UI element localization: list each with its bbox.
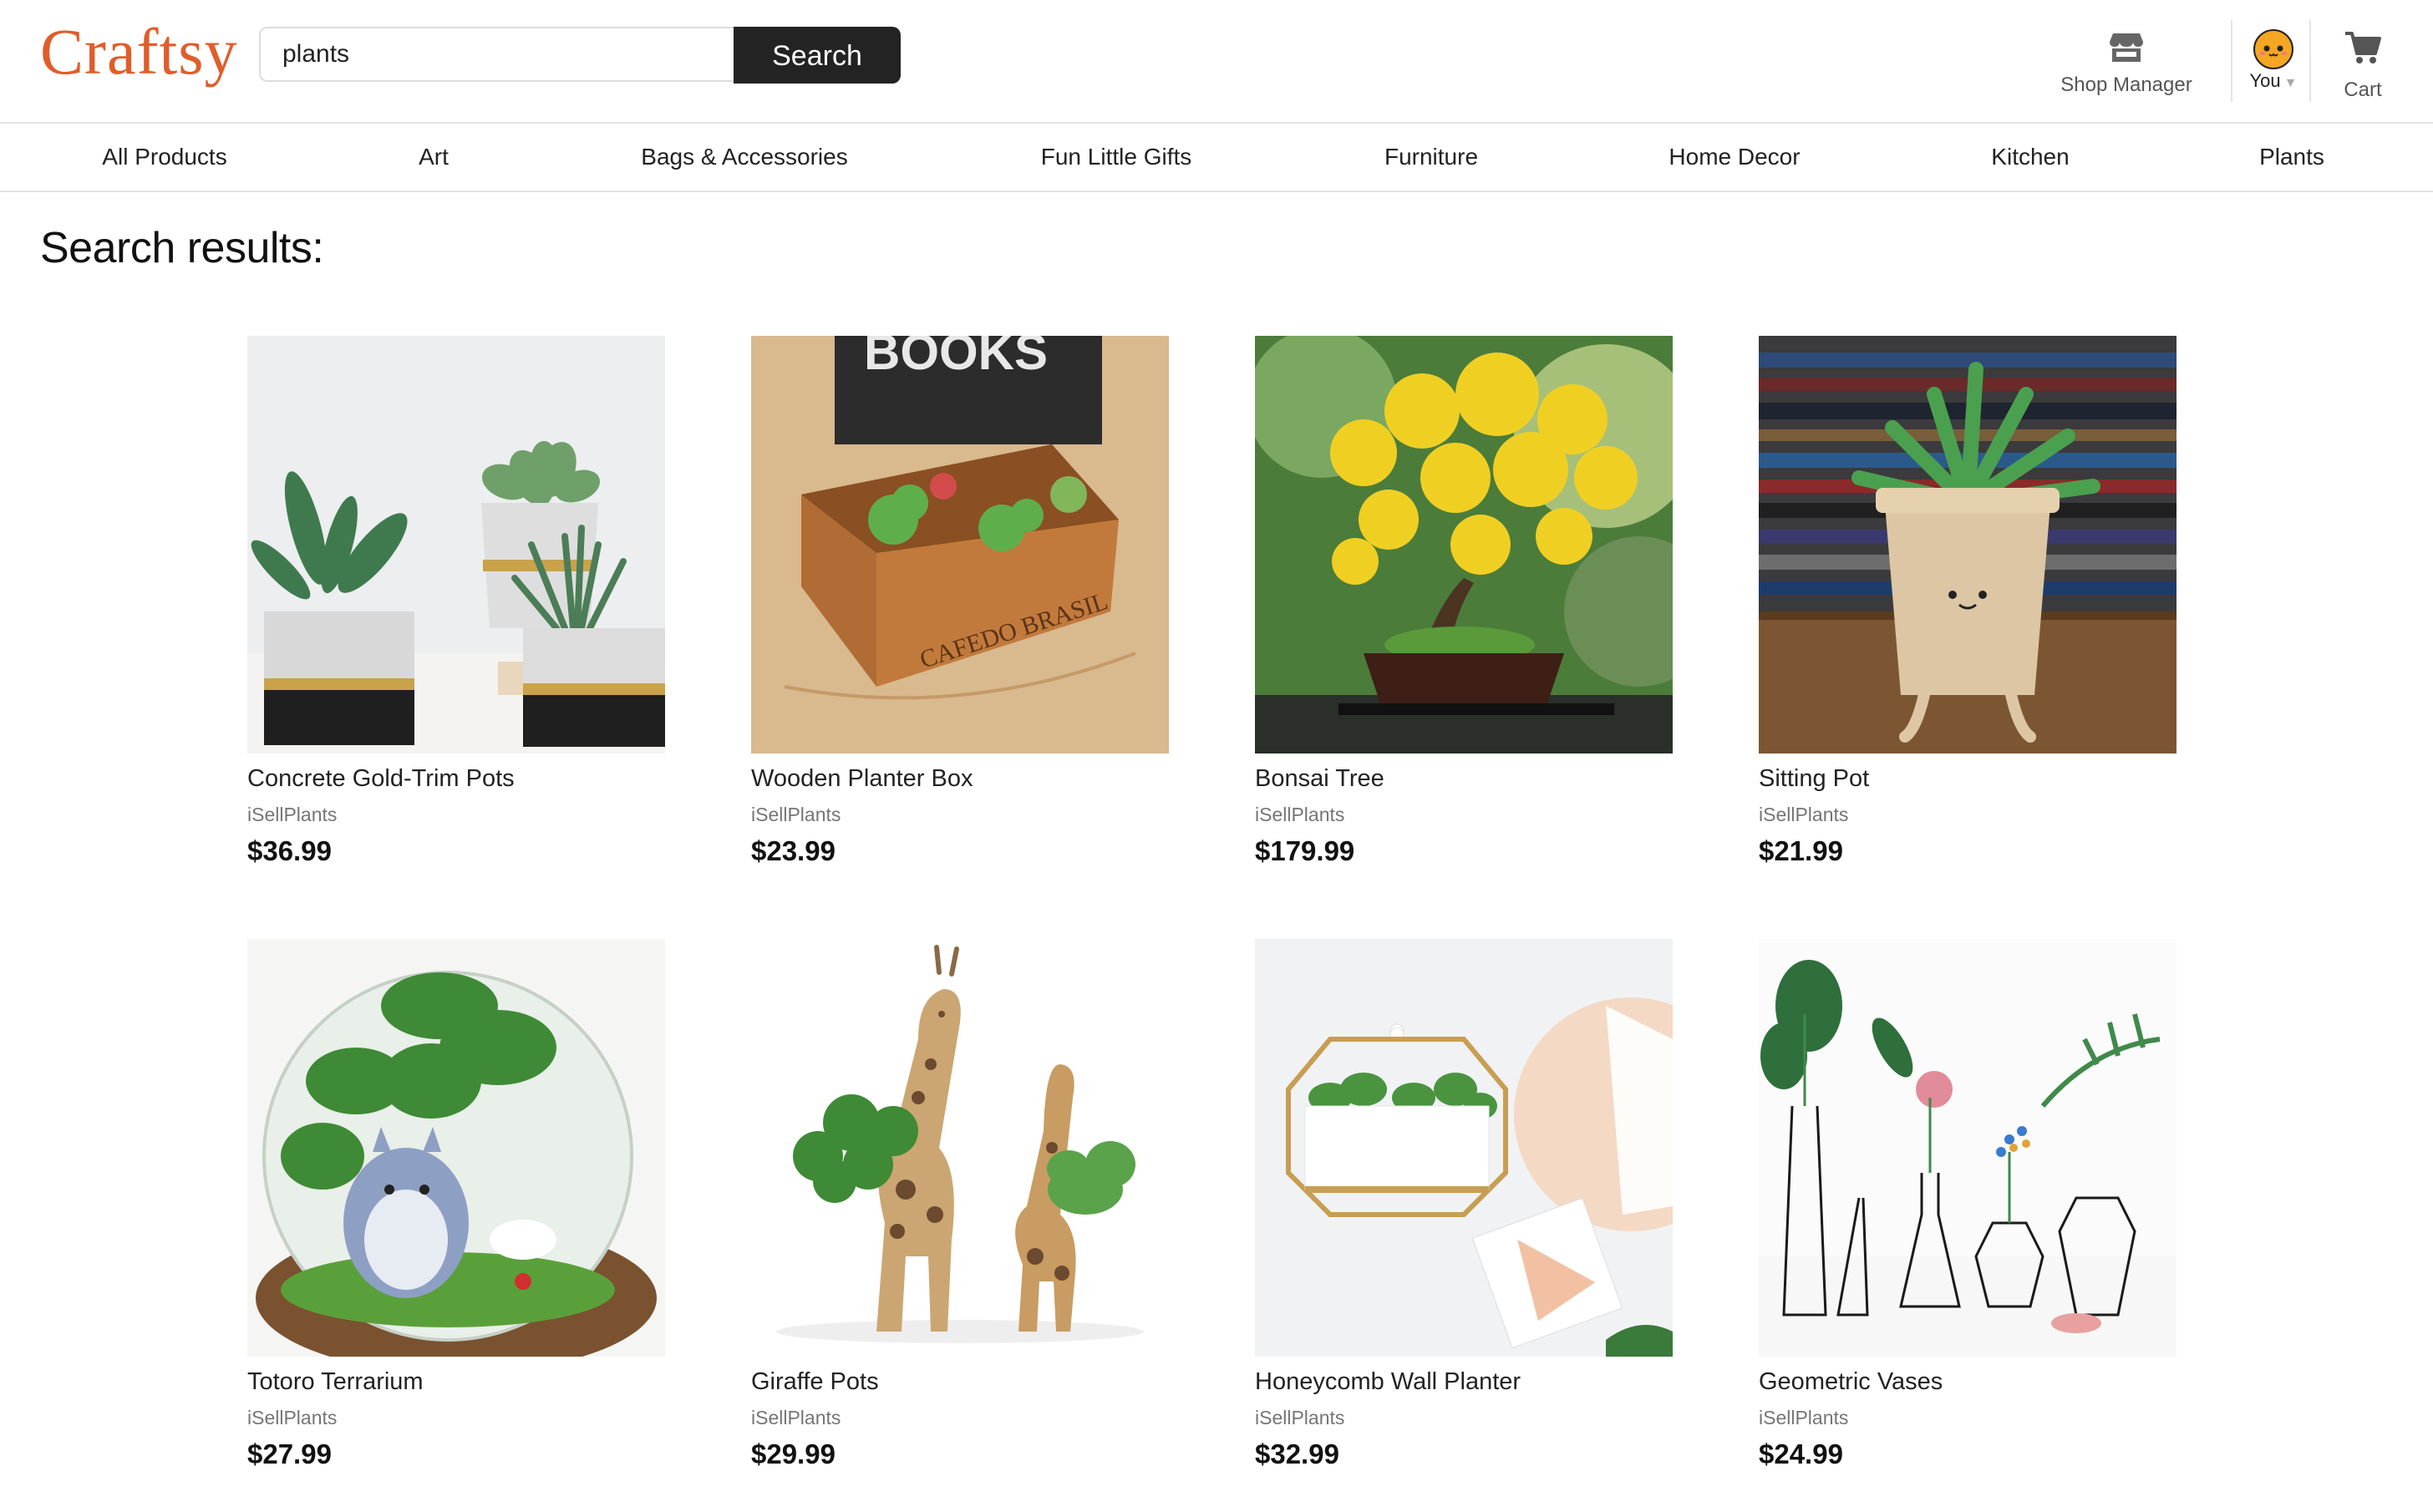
product-price: $29.99 [751, 1438, 836, 1469]
product-name[interactable]: Giraffe Pots [751, 1368, 879, 1396]
logo[interactable]: Craftsy [40, 12, 238, 92]
header-divider [2309, 20, 2311, 102]
product-image [247, 939, 665, 1357]
product-image [1759, 336, 2176, 753]
product-card[interactable]: BOOKS CAFEDO BRASIL Wooden Planter Box i… [751, 336, 1169, 904]
product-card[interactable]: Honeycomb Wall Planter iSellPlants $32.9… [1255, 939, 1673, 1507]
product-card[interactable]: Sitting Pot iSellPlants $21.99 [1759, 336, 2176, 904]
product-price: $27.99 [247, 1438, 332, 1469]
product-seller[interactable]: iSellPlants [1255, 804, 1344, 826]
product-image [1759, 939, 2176, 1357]
product-seller[interactable]: iSellPlants [751, 804, 841, 826]
product-price: $24.99 [1759, 1438, 1843, 1469]
header: Craftsy Search Shop Manager You▼ Ca [0, 0, 2433, 122]
product-seller[interactable]: iSellPlants [1759, 804, 1848, 826]
product-price: $23.99 [751, 835, 836, 866]
search-input[interactable] [259, 27, 735, 82]
product-name[interactable]: Honeycomb Wall Planter [1255, 1368, 1521, 1396]
product-name[interactable]: Bonsai Tree [1255, 765, 1384, 793]
nav-item-all-products[interactable]: All Products [102, 124, 226, 190]
product-seller[interactable]: iSellPlants [1759, 1407, 1848, 1429]
user-menu[interactable]: You ▼ [2239, 25, 2308, 100]
product-price: $21.99 [1759, 835, 1843, 866]
product-price: $179.99 [1255, 835, 1355, 866]
product-name[interactable]: Sitting Pot [1759, 765, 1869, 793]
header-divider [2231, 20, 2232, 102]
search-button[interactable]: Search [734, 27, 901, 84]
shop-icon [2110, 33, 2143, 62]
product-name[interactable]: Wooden Planter Box [751, 765, 973, 793]
product-seller[interactable]: iSellPlants [247, 1407, 337, 1429]
nav-item-plants[interactable]: Plants [2259, 124, 2324, 190]
product-seller[interactable]: iSellPlants [1255, 1407, 1344, 1429]
product-card[interactable]: Totoro Terrarium iSellPlants $27.99 [247, 939, 665, 1507]
nav-item-home-decor[interactable]: Home Decor [1669, 124, 1800, 190]
product-image [1255, 939, 1673, 1357]
product-name[interactable]: Concrete Gold-Trim Pots [247, 765, 515, 793]
product-name[interactable]: Geometric Vases [1759, 1368, 1943, 1396]
product-card[interactable]: Giraffe Pots iSellPlants $29.99 [751, 939, 1169, 1507]
product-seller[interactable]: iSellPlants [751, 1407, 841, 1429]
product-grid: Concrete Gold-Trim Pots iSellPlants $36.… [247, 336, 2177, 1512]
product-price: $32.99 [1255, 1438, 1339, 1469]
product-price: $36.99 [247, 835, 332, 866]
avatar-icon [2253, 29, 2293, 69]
user-label: You [2249, 70, 2281, 91]
nav-item-furniture[interactable]: Furniture [1384, 124, 1478, 190]
nav-item-bags-accessories[interactable]: Bags & Accessories [641, 124, 847, 190]
nav-item-art[interactable]: Art [419, 124, 449, 190]
cart-label: Cart [2344, 79, 2382, 101]
cart-button[interactable]: Cart [2331, 28, 2395, 109]
product-card[interactable]: Bonsai Tree iSellPlants $179.99 [1255, 336, 1673, 904]
cart-icon [2345, 32, 2381, 63]
category-nav: All Products Art Bags & Accessories Fun … [0, 124, 2433, 190]
product-image [247, 336, 665, 753]
product-image [1255, 336, 1673, 753]
product-card[interactable]: Concrete Gold-Trim Pots iSellPlants $36.… [247, 336, 665, 904]
product-image [751, 939, 1169, 1357]
nav-border [0, 190, 2433, 192]
shop-manager-button[interactable]: Shop Manager [2039, 25, 2214, 105]
chevron-down-icon: ▼ [2283, 76, 2298, 90]
nav-item-fun-little-gifts[interactable]: Fun Little Gifts [1041, 124, 1192, 190]
product-name[interactable]: Totoro Terrarium [247, 1368, 424, 1396]
nav-item-kitchen[interactable]: Kitchen [1991, 124, 2069, 190]
product-image: BOOKS CAFEDO BRASIL [751, 336, 1169, 753]
shop-manager-label: Shop Manager [2060, 74, 2192, 96]
page-title: Search results: [40, 224, 324, 272]
product-seller[interactable]: iSellPlants [247, 804, 337, 826]
sign-text: BOOKS [864, 336, 1048, 380]
product-card[interactable]: Geometric Vases iSellPlants $24.99 [1759, 939, 2176, 1507]
